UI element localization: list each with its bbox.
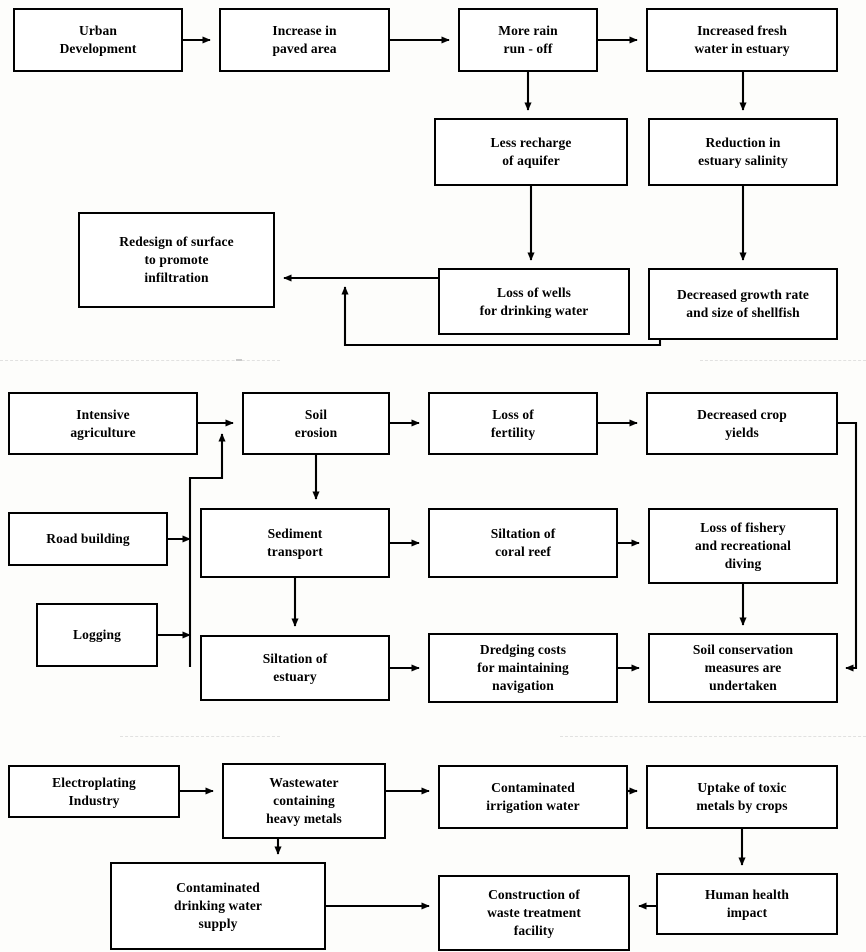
node-label: Redesign of surface to promote infiltrat… bbox=[119, 234, 234, 285]
node-sediment-transport[interactable]: Sediment transport bbox=[200, 508, 390, 578]
node-loss-of-fertility[interactable]: Loss of fertility bbox=[428, 392, 598, 455]
node-label: Decreased crop yields bbox=[697, 406, 787, 440]
node-label: Intensive agriculture bbox=[70, 406, 136, 440]
node-contaminated-drinking-water[interactable]: Contaminated drinking water supply bbox=[110, 862, 326, 950]
node-human-health-impact[interactable]: Human health impact bbox=[656, 873, 838, 935]
node-urban-development[interactable]: Urban Development bbox=[13, 8, 183, 72]
node-label: Soil erosion bbox=[294, 406, 338, 440]
node-label: Reduction in estuary salinity bbox=[698, 135, 788, 168]
node-label: Electroplating Industry bbox=[52, 774, 136, 808]
node-road-building[interactable]: Road building bbox=[8, 512, 168, 566]
node-label: Dredging costs for maintaining navigatio… bbox=[477, 642, 569, 693]
node-wastewater-heavy-metals[interactable]: Wastewater containing heavy metals bbox=[222, 763, 386, 839]
flowchart-page: Urban Development Increase in paved area… bbox=[0, 0, 866, 952]
section-divider-4 bbox=[560, 736, 866, 737]
node-label: Increased fresh water in estuary bbox=[694, 23, 790, 56]
node-label: Loss of fertility bbox=[490, 406, 536, 440]
node-label: Siltation of coral reef bbox=[490, 526, 556, 559]
node-siltation-of-estuary[interactable]: Siltation of estuary bbox=[200, 635, 390, 701]
node-label: Less recharge of aquifer bbox=[490, 135, 572, 168]
section-divider-2 bbox=[700, 360, 866, 361]
node-loss-of-wells[interactable]: Loss of wells for drinking water bbox=[438, 268, 630, 335]
node-less-recharge-of-aquifer[interactable]: Less recharge of aquifer bbox=[434, 118, 628, 186]
node-uptake-of-toxic-metals[interactable]: Uptake of toxic metals by crops bbox=[646, 765, 838, 829]
node-label: Uptake of toxic metals by crops bbox=[696, 780, 788, 813]
node-label: Contaminated drinking water supply bbox=[173, 880, 263, 931]
node-soil-conservation-measures[interactable]: Soil conservation measures are undertake… bbox=[648, 633, 838, 703]
node-dredging-costs[interactable]: Dredging costs for maintaining navigatio… bbox=[428, 633, 618, 703]
node-increased-fresh-water-in-estuary[interactable]: Increased fresh water in estuary bbox=[646, 8, 838, 72]
node-soil-erosion[interactable]: Soil erosion bbox=[242, 392, 390, 455]
node-label: Loss of fishery and recreational diving bbox=[695, 520, 791, 571]
node-label: Loss of wells for drinking water bbox=[479, 284, 589, 318]
node-intensive-agriculture[interactable]: Intensive agriculture bbox=[8, 392, 198, 455]
node-reduction-in-estuary-salinity[interactable]: Reduction in estuary salinity bbox=[648, 118, 838, 186]
node-decreased-crop-yields[interactable]: Decreased crop yields bbox=[646, 392, 838, 455]
node-label: Human health impact bbox=[704, 887, 790, 920]
node-loss-of-fishery[interactable]: Loss of fishery and recreational diving bbox=[648, 508, 838, 584]
node-label: Road building bbox=[46, 531, 130, 547]
node-label: Increase in paved area bbox=[272, 23, 337, 56]
node-decreased-shellfish-growth[interactable]: Decreased growth rate and size of shellf… bbox=[648, 268, 838, 340]
scan-speck bbox=[236, 359, 242, 361]
node-label: Soil conservation measures are undertake… bbox=[692, 642, 794, 693]
node-label: Siltation of estuary bbox=[262, 651, 328, 684]
node-increase-in-paved-area[interactable]: Increase in paved area bbox=[219, 8, 390, 72]
node-more-rain-run-off[interactable]: More rain run - off bbox=[458, 8, 598, 72]
node-electroplating-industry[interactable]: Electroplating Industry bbox=[8, 765, 180, 818]
node-logging[interactable]: Logging bbox=[36, 603, 158, 667]
node-label: Construction of waste treatment facility bbox=[487, 887, 581, 938]
node-label: Decreased growth rate and size of shellf… bbox=[676, 287, 810, 320]
node-label: Logging bbox=[73, 627, 121, 643]
node-label: Sediment transport bbox=[267, 526, 323, 559]
node-waste-treatment-facility[interactable]: Construction of waste treatment facility bbox=[438, 875, 630, 951]
node-redesign-of-surface[interactable]: Redesign of surface to promote infiltrat… bbox=[78, 212, 275, 308]
node-label: Wastewater containing heavy metals bbox=[266, 775, 342, 826]
node-label: Contaminated irrigation water bbox=[486, 780, 580, 813]
node-label: More rain run - off bbox=[498, 23, 558, 56]
section-divider-3 bbox=[120, 736, 280, 737]
node-label: Urban Development bbox=[59, 23, 137, 56]
node-contaminated-irrigation-water[interactable]: Contaminated irrigation water bbox=[438, 765, 628, 829]
node-siltation-of-coral-reef[interactable]: Siltation of coral reef bbox=[428, 508, 618, 578]
